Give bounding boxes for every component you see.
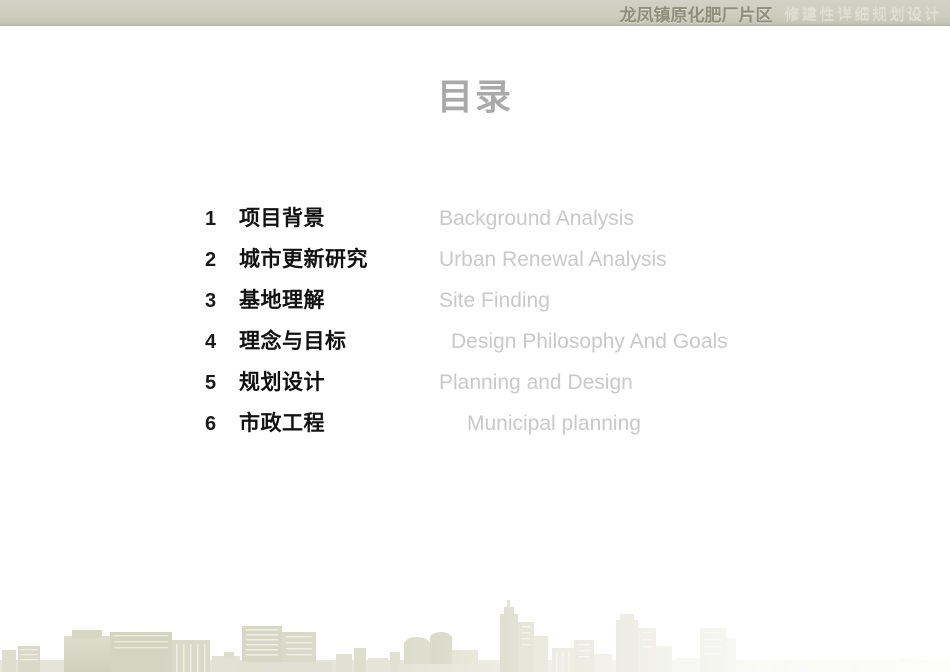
top-banner: 龙凤镇原化肥厂片区 修建性详细规划设计 — [0, 0, 950, 26]
list-item-label-cn: 理念与目标 — [239, 329, 347, 353]
list-item-label-cn: 规划设计 — [239, 370, 325, 394]
banner-title-group: 龙凤镇原化肥厂片区 修建性详细规划设计 — [619, 0, 942, 26]
list-item-label-en: Design Philosophy And Goals — [451, 330, 728, 353]
list-item[interactable]: 3 基地理解 Site Finding — [205, 284, 905, 325]
list-item-label-en: Planning and Design — [439, 371, 633, 394]
project-subtitle: 修建性详细规划设计 — [784, 4, 942, 23]
list-item-label-en: Municipal planning — [467, 412, 641, 435]
city-skyline-icon — [0, 592, 950, 672]
list-item-label-en: Urban Renewal Analysis — [439, 248, 667, 271]
list-item[interactable]: 2 城市更新研究 Urban Renewal Analysis — [205, 243, 905, 284]
list-item-number: 4 — [205, 331, 217, 353]
list-item-label-en: Site Finding — [439, 289, 550, 312]
list-item-label-cn: 基地理解 — [239, 288, 325, 312]
list-item-label-cn: 城市更新研究 — [239, 247, 368, 271]
page-title: 目录 — [436, 77, 513, 118]
list-item-number: 6 — [205, 413, 217, 435]
list-item[interactable]: 4 理念与目标 Design Philosophy And Goals — [205, 325, 905, 366]
list-item[interactable]: 5 规划设计 Planning and Design — [205, 366, 905, 407]
list-item[interactable]: 1 项目背景 Background Analysis — [205, 202, 905, 243]
list-item-number: 2 — [205, 249, 217, 271]
list-item-label-cn: 市政工程 — [239, 411, 325, 435]
banner-reflection: 龙凤镇原化肥厂片区 修建性详细规划设计 — [0, 26, 950, 39]
banner-bottom-rule — [0, 25, 950, 26]
list-item-label-cn: 项目背景 — [239, 206, 325, 230]
table-of-contents: 1 项目背景 Background Analysis 2 城市更新研究 Urba… — [205, 202, 905, 448]
list-item-number: 1 — [205, 208, 217, 230]
list-item-label-en: Background Analysis — [439, 207, 634, 230]
list-item-number: 5 — [205, 372, 217, 394]
list-item-number: 3 — [205, 290, 217, 312]
project-title: 龙凤镇原化肥厂片区 — [619, 5, 773, 26]
list-item[interactable]: 6 市政工程 Municipal planning — [205, 407, 905, 448]
